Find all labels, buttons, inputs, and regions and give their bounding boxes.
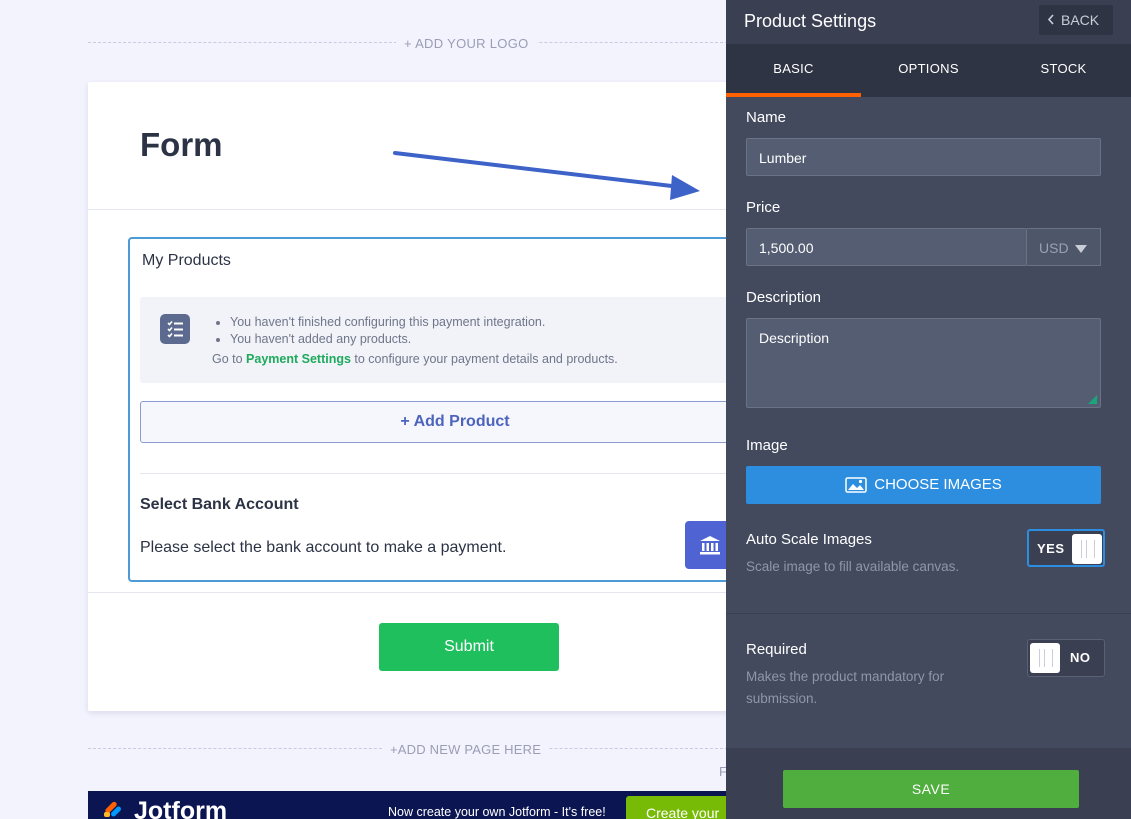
image-label: Image	[746, 437, 788, 454]
currency-value: USD	[1039, 240, 1069, 256]
bank-account-description: Please select the bank account to make a…	[140, 539, 507, 556]
toggle-state: YES	[1037, 541, 1065, 556]
products-divider	[140, 473, 770, 474]
required-toggle[interactable]: NO	[1027, 639, 1105, 677]
bank-icon	[700, 536, 720, 555]
back-label: BACK	[1061, 12, 1100, 28]
resize-handle-icon[interactable]	[1088, 395, 1097, 404]
currency-select[interactable]: USD	[1027, 228, 1101, 266]
checklist-icon	[160, 314, 190, 344]
panel-footer: SAVE	[726, 748, 1131, 819]
chevron-left-icon	[1047, 5, 1055, 35]
jotform-brand: Jotform	[134, 797, 228, 819]
banner-tagline: Now create your own Jotform - It's free!	[388, 805, 606, 819]
tab-options[interactable]: OPTIONS	[861, 44, 996, 97]
products-field[interactable]: My Products You haven't finished configu…	[128, 237, 770, 582]
tab-stock[interactable]: STOCK	[996, 44, 1131, 97]
payment-warning: You haven't finished configuring this pa…	[140, 297, 770, 383]
add-new-page-link[interactable]: +ADD NEW PAGE HERE	[382, 742, 550, 757]
add-product-button[interactable]: + Add Product	[140, 401, 770, 443]
name-input[interactable]: Lumber	[746, 138, 1101, 176]
warning-item: You haven't added any products.	[230, 331, 545, 348]
auto-scale-subtitle: Scale image to fill available canvas.	[746, 559, 960, 574]
payment-settings-link[interactable]: Payment Settings	[246, 352, 351, 366]
save-button[interactable]: SAVE	[783, 770, 1079, 808]
name-label: Name	[746, 109, 787, 126]
image-icon	[845, 477, 867, 493]
submit-button[interactable]: Submit	[379, 623, 559, 671]
create-form-button[interactable]: Create your	[626, 796, 738, 819]
payment-settings-hint: Go to Payment Settings to configure your…	[212, 352, 618, 366]
price-input[interactable]: 1,500.00	[746, 228, 1027, 266]
jotform-banner: Jotform Now create your own Jotform - It…	[88, 791, 738, 819]
product-settings-panel: Product Settings BACK BASIC OPTIONS STOC…	[726, 0, 1131, 819]
warning-item: You haven't finished configuring this pa…	[230, 314, 545, 331]
panel-header: Product Settings BACK	[726, 0, 1131, 44]
warning-list: You haven't finished configuring this pa…	[214, 314, 545, 348]
back-button[interactable]: BACK	[1039, 5, 1113, 35]
required-title: Required	[746, 641, 807, 658]
form-title[interactable]: Form	[140, 126, 223, 164]
description-placeholder: Description	[759, 330, 830, 346]
add-logo-link[interactable]: + ADD YOUR LOGO	[396, 36, 537, 51]
toggle-knob	[1030, 643, 1060, 673]
settings-tabs: BASIC OPTIONS STOCK	[726, 44, 1131, 97]
choose-images-label: CHOOSE IMAGES	[874, 476, 1002, 493]
required-subtitle: Makes the product mandatory for submissi…	[746, 669, 945, 706]
toggle-knob	[1072, 534, 1102, 564]
choose-images-button[interactable]: CHOOSE IMAGES	[746, 466, 1101, 504]
hint-prefix: Go to	[212, 352, 247, 366]
toggle-state: NO	[1070, 650, 1091, 665]
bank-account-title: Select Bank Account	[140, 496, 299, 513]
caret-down-icon	[1074, 245, 1087, 254]
hint-suffix: to configure your payment details and pr…	[350, 352, 618, 366]
description-textarea[interactable]: Description	[746, 318, 1101, 408]
panel-divider	[726, 613, 1131, 614]
annotation-arrow-icon	[393, 151, 700, 200]
products-label: My Products	[142, 252, 231, 269]
panel-title: Product Settings	[744, 11, 877, 31]
auto-scale-toggle[interactable]: YES	[1027, 529, 1105, 567]
auto-scale-title: Auto Scale Images	[746, 531, 872, 548]
price-label: Price	[746, 199, 781, 216]
tab-basic[interactable]: BASIC	[726, 44, 861, 97]
form-divider	[88, 209, 768, 210]
jotform-logo-icon	[104, 801, 121, 817]
description-label: Description	[746, 289, 822, 306]
submit-divider	[88, 592, 768, 593]
